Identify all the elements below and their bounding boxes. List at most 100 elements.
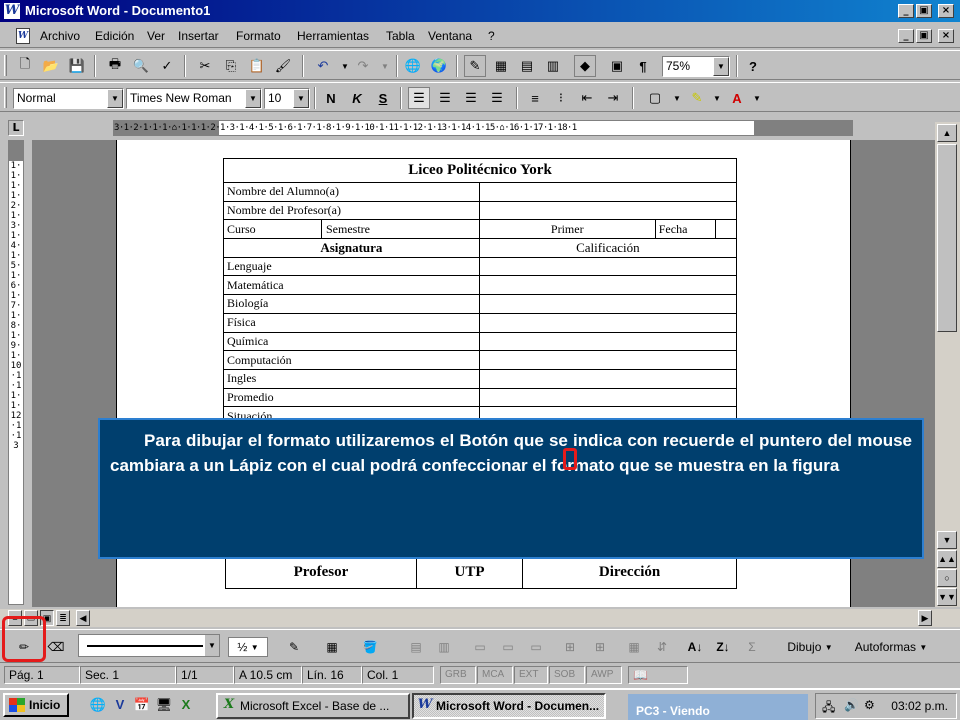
new-icon[interactable]: 🗋 <box>14 55 36 77</box>
align-top-icon[interactable]: ▭ <box>470 637 490 657</box>
tray-volume-icon[interactable]: 🔊 <box>844 698 859 712</box>
underline-button[interactable]: S <box>372 87 394 109</box>
report-card-table[interactable]: Liceo Politécnico York Nombre del Alumno… <box>223 158 738 426</box>
copy-icon[interactable]: ⎘ <box>220 55 242 77</box>
table-autoformat-icon[interactable]: ▦ <box>624 637 644 657</box>
minimize-button[interactable]: _ <box>898 4 914 18</box>
distribute-rows-icon[interactable]: ⊞ <box>560 637 580 657</box>
spelling-icon[interactable]: ✓ <box>156 55 178 77</box>
scroll-down-icon[interactable]: ▼ <box>937 531 957 549</box>
font-size-select[interactable]: 10 ▼ <box>264 88 310 109</box>
clock[interactable]: 03:02 p.m. <box>891 699 948 713</box>
print-preview-icon[interactable]: 🔍 <box>130 55 152 77</box>
redo-dropdown-icon[interactable]: ▼ <box>374 55 396 77</box>
borders-icon[interactable]: ▢ <box>644 87 666 109</box>
eraser-icon[interactable]: ⌫ <box>44 637 68 657</box>
border-color-icon[interactable]: ✎ <box>284 637 304 657</box>
grade-cell[interactable] <box>478 331 738 352</box>
format-painter-icon[interactable]: 🖌 <box>272 55 294 77</box>
chevron-down-icon[interactable]: ▼ <box>666 87 688 109</box>
align-bottom-icon[interactable]: ▭ <box>526 637 546 657</box>
italic-button[interactable]: K <box>346 87 368 109</box>
chevron-down-icon[interactable]: ▼ <box>107 89 123 108</box>
menu-herramientas[interactable]: Herramientas <box>297 29 369 43</box>
bold-button[interactable]: N <box>320 87 342 109</box>
doc-close-button[interactable]: × <box>938 29 954 43</box>
insert-table-icon[interactable]: ▤ <box>406 637 426 657</box>
grade-cell[interactable] <box>478 368 738 389</box>
chevron-down-icon[interactable]: ▼ <box>245 89 261 108</box>
line-style-select[interactable]: ▼ <box>78 634 220 657</box>
start-button[interactable]: Inicio <box>3 693 69 717</box>
justify-icon[interactable]: ☰ <box>486 87 508 109</box>
quicklaunch-desktop-icon[interactable]: 🖥 <box>154 695 174 715</box>
quicklaunch-vb-icon[interactable]: V <box>110 695 130 715</box>
chevron-down-icon[interactable]: ▼ <box>713 57 729 76</box>
grade-cell[interactable] <box>478 294 738 314</box>
help-icon[interactable]: ? <box>742 55 764 77</box>
horizontal-scrollbar[interactable]: ≡ ▭ ▣ ≣ ◀ ▶ <box>0 609 960 627</box>
fill-color-icon[interactable]: 🪣 <box>360 637 380 657</box>
menu-ventana[interactable]: Ventana <box>428 29 472 43</box>
scroll-up-icon[interactable]: ▲ <box>937 124 957 142</box>
merge-cells-icon[interactable]: ▥ <box>434 637 454 657</box>
hyperlink-icon[interactable]: 🌐 <box>402 55 424 77</box>
task-word[interactable]: W Microsoft Word - Documen... <box>412 693 606 719</box>
drawing-icon[interactable]: ◆ <box>574 55 596 77</box>
document-icon[interactable]: W <box>16 28 30 44</box>
increase-indent-icon[interactable]: ⇥ <box>602 87 624 109</box>
menu-tabla[interactable]: Tabla <box>386 29 415 43</box>
grade-cell[interactable] <box>478 387 738 408</box>
insert-table-icon[interactable]: ▦ <box>490 55 512 77</box>
prev-page-icon[interactable]: ▲▲ <box>937 550 957 568</box>
tab-selector[interactable]: L <box>8 120 24 136</box>
status-mode-ext[interactable]: EXT <box>514 666 548 684</box>
columns-icon[interactable]: ▥ <box>542 55 564 77</box>
quicklaunch-excel-icon[interactable]: X <box>176 695 196 715</box>
font-color-icon[interactable]: A <box>726 87 748 109</box>
quicklaunch-ie-icon[interactable]: 🌐 <box>88 695 108 715</box>
vertical-ruler[interactable]: 1·1·1·1·2·1·3·1·4·1·5·1·6·1·7·1·8·1·9·1·… <box>8 140 24 605</box>
next-page-icon[interactable]: ▼▼ <box>937 588 957 606</box>
autoshapes-button[interactable]: Autoformas ▼ <box>848 637 934 657</box>
align-right-icon[interactable]: ☰ <box>460 87 482 109</box>
menu-edicion[interactable]: Edición <box>95 29 134 43</box>
grade-cell[interactable] <box>478 350 738 370</box>
spelling-status-icon[interactable]: 📖 <box>628 666 688 684</box>
horizontal-ruler[interactable]: 3·1·2·1·1·1·⌂·1·1·1·2·1·3·1·4·1·5·1·6·1·… <box>113 120 853 136</box>
tray-app-icon[interactable]: ⚙ <box>864 698 875 712</box>
status-mode-grb[interactable]: GRB <box>440 666 476 684</box>
align-center-v-icon[interactable]: ▭ <box>498 637 518 657</box>
document-map-icon[interactable]: ▣ <box>606 55 628 77</box>
align-center-icon[interactable]: ☰ <box>434 87 456 109</box>
menu-insertar[interactable]: Insertar <box>178 29 219 43</box>
menu-formato[interactable]: Formato <box>236 29 281 43</box>
outline-view-icon[interactable]: ≣ <box>56 610 70 626</box>
borders-icon[interactable]: ▦ <box>322 637 342 657</box>
status-mode-awp[interactable]: AWP <box>586 666 622 684</box>
show-hide-icon[interactable]: ¶ <box>632 55 654 77</box>
grade-cell[interactable] <box>478 312 738 333</box>
paste-icon[interactable]: 📋 <box>246 55 268 77</box>
numbering-icon[interactable]: ≡ <box>524 87 546 109</box>
browse-object-icon[interactable]: ○ <box>937 569 957 587</box>
tables-borders-icon[interactable]: ✎ <box>464 55 486 77</box>
decrease-indent-icon[interactable]: ⇤ <box>576 87 598 109</box>
web-icon[interactable]: 🌍 <box>428 55 450 77</box>
status-mode-mca[interactable]: MCA <box>477 666 513 684</box>
vertical-scrollbar[interactable]: ▲ ▼ ▲▲ ○ ▼▼ <box>935 122 960 607</box>
word-app-icon[interactable]: W <box>4 3 20 19</box>
chevron-down-icon[interactable]: ▼ <box>205 635 219 656</box>
redo-icon[interactable]: ↷ <box>352 55 374 77</box>
style-select[interactable]: Normal ▼ <box>13 88 124 109</box>
chevron-down-icon[interactable]: ▼ <box>746 87 768 109</box>
sort-descending-icon[interactable]: Z↓ <box>712 637 734 657</box>
draw-menu-button[interactable]: Dibujo ▼ <box>782 637 838 657</box>
insert-excel-icon[interactable]: ▤ <box>516 55 538 77</box>
highlight-icon[interactable]: ✎ <box>686 87 708 109</box>
scroll-left-icon[interactable]: ◀ <box>76 610 90 626</box>
field-student-value[interactable] <box>478 182 738 202</box>
open-icon[interactable]: 📂 <box>40 55 62 77</box>
chevron-down-icon[interactable]: ▼ <box>706 87 728 109</box>
quicklaunch-outlook-icon[interactable]: 📅 <box>132 695 152 715</box>
